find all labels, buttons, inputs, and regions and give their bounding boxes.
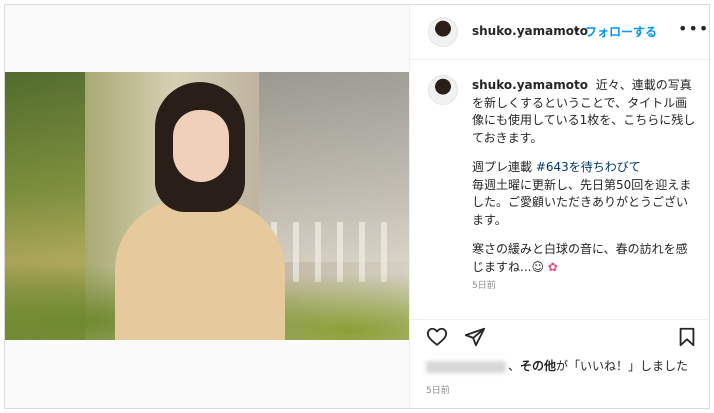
post-photo[interactable] bbox=[5, 72, 409, 340]
hashtag-link[interactable]: #643を待ちわびて bbox=[536, 160, 641, 174]
photo-person-face bbox=[173, 110, 229, 182]
post-caption-area: shuko.yamamoto 近々、連載の写真を新しくするということで、タイトル… bbox=[410, 61, 709, 319]
author-username[interactable]: shuko.yamamoto bbox=[472, 24, 588, 38]
caption-text: shuko.yamamoto 近々、連載の写真を新しくするということで、タイトル… bbox=[472, 77, 697, 288]
likes-comma: 、 bbox=[508, 359, 521, 373]
likes-summary: 、その他が「いいね！」しました bbox=[426, 357, 688, 374]
instagram-post-card: shuko.yamamoto • フォローする ••• shuko.yamamo… bbox=[4, 4, 710, 409]
avatar[interactable] bbox=[428, 17, 458, 47]
follow-button[interactable]: フォローする bbox=[585, 23, 657, 40]
blurred-liker-name bbox=[426, 360, 506, 373]
paper-plane-icon[interactable] bbox=[464, 326, 486, 348]
post-sidebar: shuko.yamamoto • フォローする ••• shuko.yamamo… bbox=[409, 5, 709, 408]
flower-icon: ✿ bbox=[547, 259, 558, 274]
caption-para2-rest: 毎週土曜に更新し、先日第50回を迎えました。ご愛顧いただきありがとうございます。 bbox=[472, 177, 692, 227]
post-actions bbox=[410, 319, 709, 353]
photo-person-body bbox=[115, 200, 285, 340]
post-header: shuko.yamamoto • フォローする ••• bbox=[410, 5, 709, 60]
bookmark-icon[interactable] bbox=[676, 326, 698, 348]
caption-para2-prefix: 週プレ連載 bbox=[472, 160, 536, 174]
more-options-icon[interactable]: ••• bbox=[678, 19, 709, 38]
caption-para3: 寒さの緩みと白球の音に、春の訪れを感じますね...☺ bbox=[472, 242, 688, 274]
caption-username[interactable]: shuko.yamamoto bbox=[472, 78, 588, 92]
caption-avatar[interactable] bbox=[428, 75, 458, 105]
post-date[interactable]: 5日前 bbox=[426, 383, 450, 396]
post-media bbox=[5, 5, 409, 408]
heart-outline-icon[interactable] bbox=[426, 326, 448, 348]
caption-timestamp[interactable]: 5日前 bbox=[472, 278, 496, 291]
separator-dot: • bbox=[573, 24, 581, 38]
likes-suffix: が「いいね！」しました bbox=[556, 359, 689, 373]
others-link[interactable]: その他 bbox=[520, 359, 556, 373]
